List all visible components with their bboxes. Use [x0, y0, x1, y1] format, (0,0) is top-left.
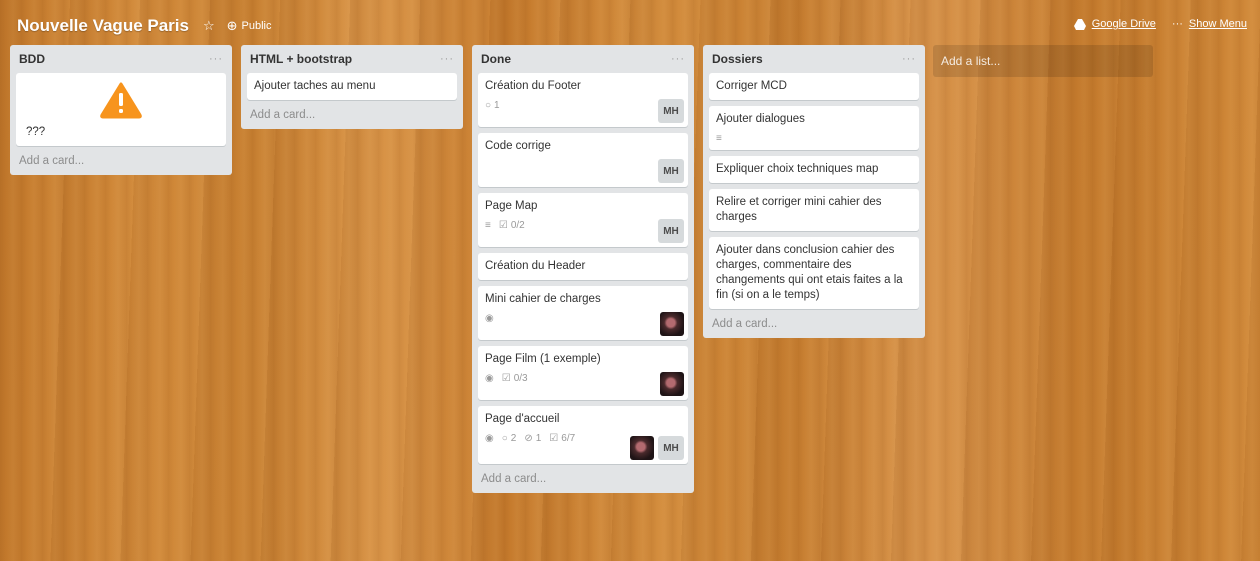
attachments-badge: ⊘ 1 — [524, 433, 542, 444]
add-card-link[interactable]: Add a card... — [247, 106, 457, 123]
checklist-badge: ☑ 0/2 — [498, 220, 525, 231]
list-header[interactable]: BDD ··· — [16, 45, 226, 73]
watch-icon: ◉ — [485, 313, 494, 324]
card[interactable]: Création du Footer ○ 1 MH — [478, 73, 688, 127]
card[interactable]: Ajouter dialogues ≡ — [709, 106, 919, 150]
list-menu-icon[interactable]: ··· — [209, 53, 223, 65]
list-title[interactable]: Done — [481, 52, 511, 66]
list-title[interactable]: Dossiers — [712, 52, 763, 66]
description-icon: ≡ — [485, 220, 491, 231]
board: Nouvelle Vague Paris ☆ ⊕ Public Google D… — [7, 7, 1253, 554]
description-icon: ≡ — [716, 133, 722, 144]
card[interactable]: Expliquer choix techniques map — [709, 156, 919, 183]
card[interactable]: Page Map ≡ ☑ 0/2 MH — [478, 193, 688, 247]
add-card-link[interactable]: Add a card... — [478, 470, 688, 487]
card-title: Création du Header — [485, 260, 586, 272]
card-title: Page d'accueil — [485, 413, 560, 425]
card-title: Mini cahier de charges — [485, 293, 601, 305]
card-title: Expliquer choix techniques map — [716, 163, 879, 175]
list-title[interactable]: BDD — [19, 52, 45, 66]
comment-icon: ○ — [501, 433, 508, 444]
google-drive-icon — [1073, 18, 1086, 30]
board-header: Nouvelle Vague Paris ☆ ⊕ Public Google D… — [7, 7, 1253, 45]
card[interactable]: Ajouter dans conclusion cahier des charg… — [709, 237, 919, 309]
watch-icon: ◉ — [485, 433, 494, 444]
google-drive-link[interactable]: Google Drive — [1092, 18, 1156, 30]
list-header[interactable]: Dossiers ··· — [709, 45, 919, 73]
list-menu-icon[interactable]: ··· — [902, 53, 916, 65]
card[interactable]: Relire et corriger mini cahier des charg… — [709, 189, 919, 231]
star-icon[interactable]: ☆ — [203, 18, 215, 34]
list-header[interactable]: HTML + bootstrap ··· — [247, 45, 457, 73]
add-card-link[interactable]: Add a card... — [16, 152, 226, 169]
card-badges: ≡ — [716, 133, 912, 144]
watch-icon: ◉ — [485, 373, 494, 384]
card-title: ??? — [26, 126, 46, 138]
checkbox-icon: ☑ — [549, 433, 559, 444]
header-actions: Google Drive ··· Show Menu — [1073, 18, 1247, 30]
member-badge[interactable]: MH — [658, 159, 684, 183]
list-menu-icon[interactable]: ··· — [440, 53, 454, 65]
card[interactable]: Création du Header — [478, 253, 688, 280]
checkbox-icon: ☑ — [498, 220, 508, 231]
card-badges: ◉ — [485, 313, 681, 324]
list-bdd: BDD ··· ??? Add a card... — [10, 45, 232, 175]
comment-icon: ○ — [485, 100, 492, 111]
card[interactable]: Ajouter taches au menu — [247, 73, 457, 100]
list-done: Done ··· Création du Footer ○ 1 MH Code c… — [472, 45, 694, 493]
card-badges: ○ 1 — [485, 100, 681, 111]
card-badges: ◉ ☑ 0/3 — [485, 373, 681, 384]
comments-badge: ○ 1 — [485, 100, 500, 111]
checklist-badge: ☑ 0/3 — [501, 373, 528, 384]
add-list-button[interactable]: Add a list... — [933, 45, 1153, 77]
avatar[interactable] — [630, 436, 654, 460]
list-title[interactable]: HTML + bootstrap — [250, 52, 352, 66]
checkbox-icon: ☑ — [501, 373, 511, 384]
comments-badge: ○ 2 — [501, 433, 517, 444]
card-title: Relire et corriger mini cahier des charg… — [716, 196, 882, 223]
card-title: Corriger MCD — [716, 80, 787, 92]
show-menu-link[interactable]: Show Menu — [1189, 18, 1247, 30]
card[interactable]: Corriger MCD — [709, 73, 919, 100]
board-title[interactable]: Nouvelle Vague Paris — [17, 16, 189, 36]
avatar[interactable] — [660, 372, 684, 396]
paperclip-icon: ⊘ — [524, 433, 533, 444]
list-html-bootstrap: HTML + bootstrap ··· Ajouter taches au m… — [241, 45, 463, 129]
card-title: Ajouter dans conclusion cahier des charg… — [716, 244, 903, 301]
member-badge[interactable]: MH — [658, 99, 684, 123]
card[interactable]: ??? — [16, 73, 226, 146]
card-title: Page Map — [485, 200, 538, 212]
warning-icon — [100, 82, 142, 119]
card-title: Ajouter dialogues — [716, 113, 805, 125]
card-title: Code corrige — [485, 140, 551, 152]
avatar[interactable] — [660, 312, 684, 336]
card-title: Ajouter taches au menu — [254, 80, 376, 92]
card[interactable]: Mini cahier de charges ◉ — [478, 286, 688, 340]
list-dossiers: Dossiers ··· Corriger MCD Ajouter dialog… — [703, 45, 925, 338]
card[interactable]: Page Film (1 exemple) ◉ ☑ 0/3 — [478, 346, 688, 400]
member-badge[interactable]: MH — [658, 219, 684, 243]
add-card-link[interactable]: Add a card... — [709, 315, 919, 332]
list-menu-icon[interactable]: ··· — [671, 53, 685, 65]
card[interactable]: Code corrige MH — [478, 133, 688, 187]
member-badge[interactable]: MH — [658, 436, 684, 460]
globe-icon: ⊕ — [226, 18, 238, 33]
visibility-label[interactable]: Public — [242, 20, 272, 32]
card-title: Création du Footer — [485, 80, 581, 92]
card[interactable]: Page d'accueil ◉ ○ 2 ⊘ 1 ☑ 6/7 MH — [478, 406, 688, 464]
card-title: Page Film (1 exemple) — [485, 353, 601, 365]
checklist-badge: ☑ 6/7 — [549, 433, 576, 444]
card-badges: ≡ ☑ 0/2 — [485, 220, 681, 231]
list-header[interactable]: Done ··· — [478, 45, 688, 73]
menu-dots-icon[interactable]: ··· — [1172, 18, 1183, 30]
